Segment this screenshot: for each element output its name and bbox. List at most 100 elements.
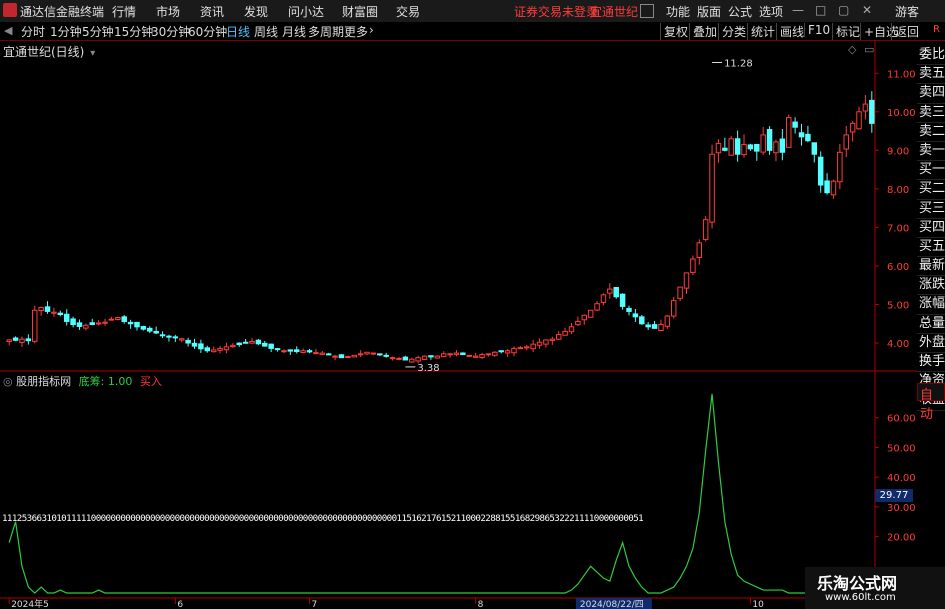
candle-body: [779, 138, 786, 153]
indicator-tick-label: 50.00: [887, 443, 916, 454]
candle-body: [332, 355, 338, 358]
sidebar-item-sell1[interactable]: 卖一: [917, 142, 945, 162]
candle-body: [140, 326, 147, 330]
candle-body: [281, 350, 287, 353]
x-tick-label: 7: [312, 600, 318, 609]
candle-body: [837, 151, 843, 183]
sidebar-item-weibi[interactable]: 委比: [917, 46, 945, 66]
candle-body: [127, 321, 134, 325]
sidebar-item-buy4[interactable]: 买四: [917, 219, 945, 238]
sidebar-item-sell2[interactable]: 卖二: [917, 123, 945, 142]
candle-body: [843, 134, 849, 150]
candle-body: [409, 358, 415, 363]
candle-body: [472, 355, 479, 358]
sidebar-item-outer[interactable]: 外盘: [917, 334, 945, 353]
candle-body: [159, 334, 166, 337]
sidebar-item-turnover[interactable]: 换手: [917, 353, 945, 373]
candle-body: [485, 353, 492, 356]
candle-body: [325, 353, 332, 356]
candle-body: [734, 138, 741, 155]
candle-body: [754, 143, 760, 152]
candle-body: [319, 352, 326, 355]
x-tick-label: 2024/08/22/四: [580, 600, 644, 609]
indicator-tick-label: 60.00: [887, 414, 916, 425]
candle-body: [792, 121, 798, 128]
sidebar-item-change[interactable]: 涨跌: [917, 276, 945, 296]
candle-body: [447, 353, 453, 356]
candle-body: [242, 341, 249, 344]
candle-body: [300, 350, 306, 353]
candle-body: [236, 342, 242, 346]
indicator-field: 底筹:: [78, 375, 105, 388]
candle-body: [722, 147, 728, 151]
candle-body: [683, 272, 690, 289]
candle-body: [594, 303, 600, 311]
candle-body: [351, 354, 357, 358]
candle-body: [498, 350, 504, 353]
candle-body: [492, 351, 498, 356]
candle-body: [607, 288, 613, 294]
auto-button[interactable]: 自动: [917, 383, 945, 422]
candle-body: [619, 293, 626, 307]
indicator-title: ◎ 股朋指标网 底筹: 1.00 买入: [3, 373, 162, 389]
candle-body: [44, 306, 51, 312]
x-tick-label: 8: [478, 600, 484, 609]
watermark: 乐淘公式网 www.60lt.com: [805, 567, 945, 609]
candle-body: [95, 322, 102, 325]
candle-body: [555, 334, 562, 340]
candle-body: [70, 318, 76, 326]
candle-body: [198, 343, 204, 350]
indicator-tick-label: 30.00: [887, 503, 916, 514]
candle-body: [89, 322, 95, 326]
candle-body: [632, 313, 639, 318]
indicator-series-line: [8, 393, 872, 594]
candle-body: [517, 347, 524, 350]
candle-body: [786, 117, 792, 148]
sidebar-item-change-pct[interactable]: 涨幅: [917, 295, 945, 315]
candle-body: [12, 337, 19, 341]
candle-body: [741, 144, 747, 156]
candle-body: [658, 324, 664, 332]
sidebar-item-sell5[interactable]: 卖五: [917, 65, 945, 85]
candle-body: [568, 326, 575, 333]
candle-body: [134, 321, 140, 328]
candle-body: [223, 346, 230, 351]
circle-icon[interactable]: ◎: [3, 375, 13, 388]
candle-body: [83, 324, 89, 329]
candle-body: [19, 338, 25, 343]
sidebar-item-buy1[interactable]: 买一: [917, 161, 945, 181]
sidebar-item-buy5[interactable]: 买五: [917, 238, 945, 258]
candle-body: [466, 354, 472, 357]
sidebar-item-sell4[interactable]: 卖四: [917, 84, 945, 104]
indicator-tick-label: 40.00: [887, 473, 916, 484]
candle-body: [709, 153, 715, 223]
sidebar-item-buy2[interactable]: 买二: [917, 180, 945, 200]
sidebar-item-volume[interactable]: 总量: [917, 315, 945, 334]
price-tick-label: 5.00: [887, 300, 909, 311]
candle-body: [274, 348, 281, 351]
sidebar-item-sell3[interactable]: 卖三: [917, 104, 945, 123]
candle-body: [581, 314, 588, 321]
sidebar-item-buy3[interactable]: 买三: [917, 200, 945, 219]
sidebar-item-latest[interactable]: 最新: [917, 257, 945, 277]
r-toggle-icon[interactable]: R: [933, 24, 940, 35]
candle-body: [287, 349, 294, 352]
candle-body: [702, 219, 709, 240]
candle-body: [543, 339, 549, 345]
candle-body: [453, 352, 460, 355]
indicator-signal: 买入: [139, 375, 162, 388]
candle-body: [115, 317, 121, 320]
candle-body: [389, 357, 396, 360]
price-tick-label: 8.00: [887, 185, 909, 196]
annotation-label: 3.38: [417, 363, 439, 374]
candle-body: [670, 300, 677, 317]
candle-body: [479, 354, 485, 358]
candle-body: [32, 309, 38, 342]
candle-body: [172, 336, 179, 339]
candle-body: [536, 341, 543, 346]
price-tick-label: 11.00: [887, 69, 916, 80]
candle-body: [121, 316, 127, 322]
candle-body: [428, 355, 434, 358]
candle-body: [587, 309, 594, 318]
candle-body: [600, 294, 607, 303]
